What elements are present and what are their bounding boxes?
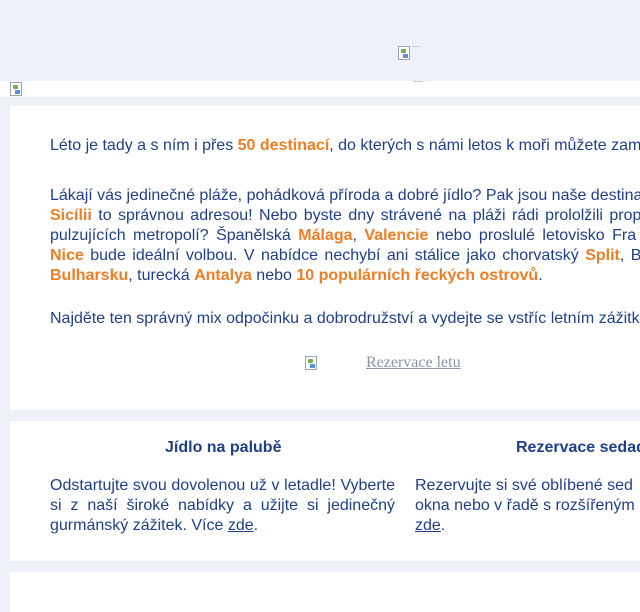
divider	[413, 81, 423, 82]
banner-image-icon	[10, 82, 22, 96]
text: .	[253, 517, 259, 534]
paragraph-line: Lákají vás jedinečné pláže, pohádková př…	[50, 187, 640, 204]
logo-image-icon	[398, 46, 410, 60]
highlight-destinations-count: 50 destinací	[237, 137, 330, 154]
text: bude ideální volbou. V nabídce nechybí a…	[83, 247, 586, 264]
divider	[412, 46, 421, 47]
highlight-greek-islands: 10 populárních řeckých ostrovů	[296, 267, 539, 284]
text: to správnou adresou! Nebo byste dny strá…	[91, 207, 640, 224]
intro-paragraph-1: Léto je tady a s ním i přes 50 destinací…	[50, 136, 640, 156]
feature-title-seat-reservation: Rezervace sedad	[516, 439, 640, 456]
text: , do kterých s námi letos k moři můžete …	[329, 137, 640, 154]
text: .	[440, 517, 446, 534]
highlight-antalya: Antalya	[194, 267, 252, 284]
highlight-split: Split	[585, 247, 620, 264]
seat-reservation-more-link[interactable]: zde	[415, 517, 441, 534]
highlight-bulgaria: Bulharsku	[50, 267, 129, 284]
highlight-nice: Nice	[50, 247, 84, 264]
paragraph-line: pulzujících metropolí? Španělská Málaga,…	[50, 226, 640, 246]
paragraph-line: Sicílii to správnou adresou! Nebo byste …	[50, 206, 640, 226]
text: ,	[352, 227, 365, 244]
paragraph-line: okna nebo v řadě s rozšířeným	[415, 497, 635, 514]
paragraph-line: zde.	[415, 516, 640, 536]
paragraph-line: Rezervujte si své oblíbené sed	[415, 477, 633, 494]
feature-text-onboard-food: Odstartujte svou dovolenou už v letadle!…	[50, 476, 395, 536]
text: .	[538, 267, 543, 284]
intro-paragraph-3: Najděte ten správný mix odpočinku a dobr…	[50, 310, 640, 327]
highlight-malaga: Málaga	[298, 227, 353, 244]
onboard-food-more-link[interactable]: zde	[228, 517, 254, 534]
button-image-icon	[305, 356, 317, 370]
text: pulzujících metropolí? Španělská	[50, 227, 299, 244]
paragraph-line: Bulharsku, turecká Antalya nebo 10 popul…	[50, 266, 640, 286]
text: nebo	[251, 267, 297, 284]
text: Léto je tady a s ním i přes	[50, 137, 238, 154]
text: Odstartujte svou dovolenou už v letadle!…	[50, 477, 395, 534]
intro-card: Léto je tady a s ním i přes 50 destinací…	[10, 106, 640, 410]
paragraph-line: Nice bude ideální volbou. V nabídce nech…	[50, 246, 640, 266]
next-section-card	[10, 572, 640, 612]
text: , turecká	[128, 267, 195, 284]
flight-reservation-link[interactable]: Rezervace letu	[366, 354, 461, 372]
highlight-sicily: Sicílii	[50, 207, 92, 224]
text: nebo proslulé letovisko Fra	[428, 227, 637, 244]
text: , B	[619, 247, 640, 264]
highlight-valencia: Valencie	[364, 227, 429, 244]
banner-strip	[0, 81, 640, 97]
feature-text-seat-reservation: Rezervujte si své oblíbené sed okna nebo…	[415, 476, 640, 536]
features-card: Jídlo na palubě Odstartujte svou dovolen…	[10, 421, 640, 561]
feature-title-onboard-food: Jídlo na palubě	[165, 439, 282, 456]
